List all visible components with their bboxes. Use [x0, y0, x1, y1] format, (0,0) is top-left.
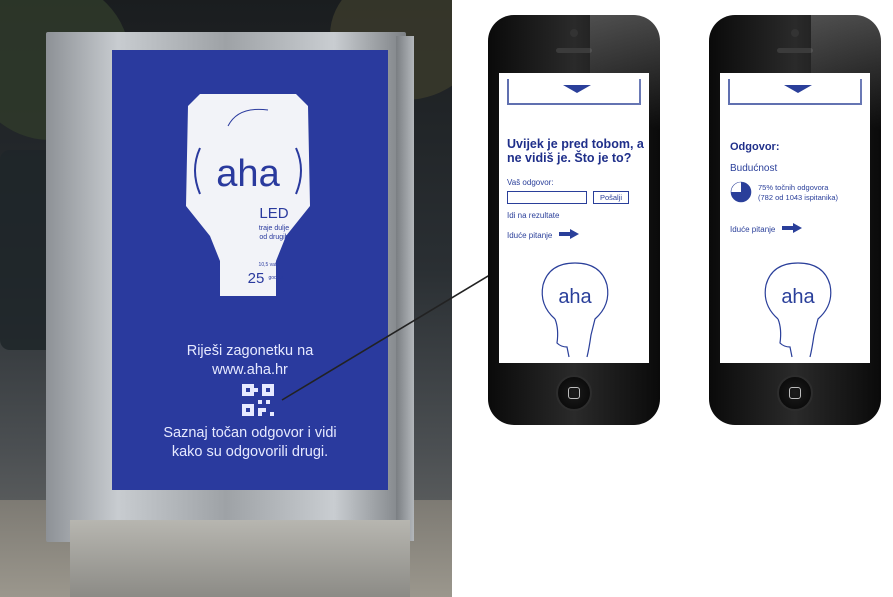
speaker-grille — [777, 48, 813, 53]
answer-title: Odgovor: — [730, 141, 780, 153]
aha-bulb-logo: aha — [764, 262, 832, 358]
stat-line1: 75% točnih odgovora — [758, 183, 829, 192]
phone-question: Uvijek je pred tobom, a ne vidiš je. Što… — [488, 15, 660, 425]
arrow-right-icon[interactable] — [782, 223, 802, 233]
qr-code-icon[interactable] — [242, 384, 274, 416]
answer-input[interactable] — [507, 191, 587, 204]
phone-screen: Uvijek je pred tobom, a ne vidiš je. Što… — [499, 73, 649, 363]
next-question-link[interactable]: Iduće pitanje — [730, 225, 775, 234]
arrow-right-icon[interactable] — [559, 229, 579, 239]
question-text: Uvijek je pred tobom, a ne vidiš je. Što… — [507, 137, 644, 165]
poster-tagline-1: traje dulje — [259, 225, 289, 232]
aha-logo-text: aha — [781, 286, 815, 308]
camera-icon — [570, 29, 578, 37]
chevron-down-icon[interactable] — [563, 85, 591, 93]
phone-screen: Odgovor: Budućnost 75% točnih odgovora (… — [720, 73, 870, 363]
home-button[interactable] — [777, 375, 813, 411]
speaker-grille — [556, 48, 592, 53]
poster-wattage: 10,5 vati — [259, 262, 278, 268]
poster-product: LED — [259, 205, 288, 222]
results-link[interactable]: Idi na rezultate — [507, 211, 559, 220]
collapse-bar[interactable] — [728, 79, 862, 105]
poster-cta-line2: kako su odgovorili drugi. — [171, 444, 329, 460]
poster-logo: aha — [216, 153, 280, 195]
home-button[interactable] — [556, 375, 592, 411]
answer-label: Vaš odgovor: — [507, 178, 554, 187]
chevron-down-icon[interactable] — [784, 85, 812, 93]
aha-bulb-logo: aha — [541, 262, 609, 358]
camera-icon — [791, 29, 799, 37]
poster-cta-line1: Saznaj točan odgovor i vidi — [163, 425, 337, 441]
answer-value: Budućnost — [730, 163, 778, 174]
poster-lifetime-value: 25 — [248, 270, 265, 287]
send-button[interactable]: Pošalji — [593, 191, 629, 204]
phone-answer: Odgovor: Budućnost 75% točnih odgovora (… — [709, 15, 881, 425]
kiosk-base — [70, 520, 410, 597]
next-question-link[interactable]: Iduće pitanje — [507, 231, 552, 240]
pie-chart-icon — [730, 181, 752, 203]
stat-line2: (782 od 1043 ispitanika) — [758, 193, 839, 202]
aha-logo-text: aha — [558, 286, 592, 308]
collapse-bar[interactable] — [507, 79, 641, 105]
